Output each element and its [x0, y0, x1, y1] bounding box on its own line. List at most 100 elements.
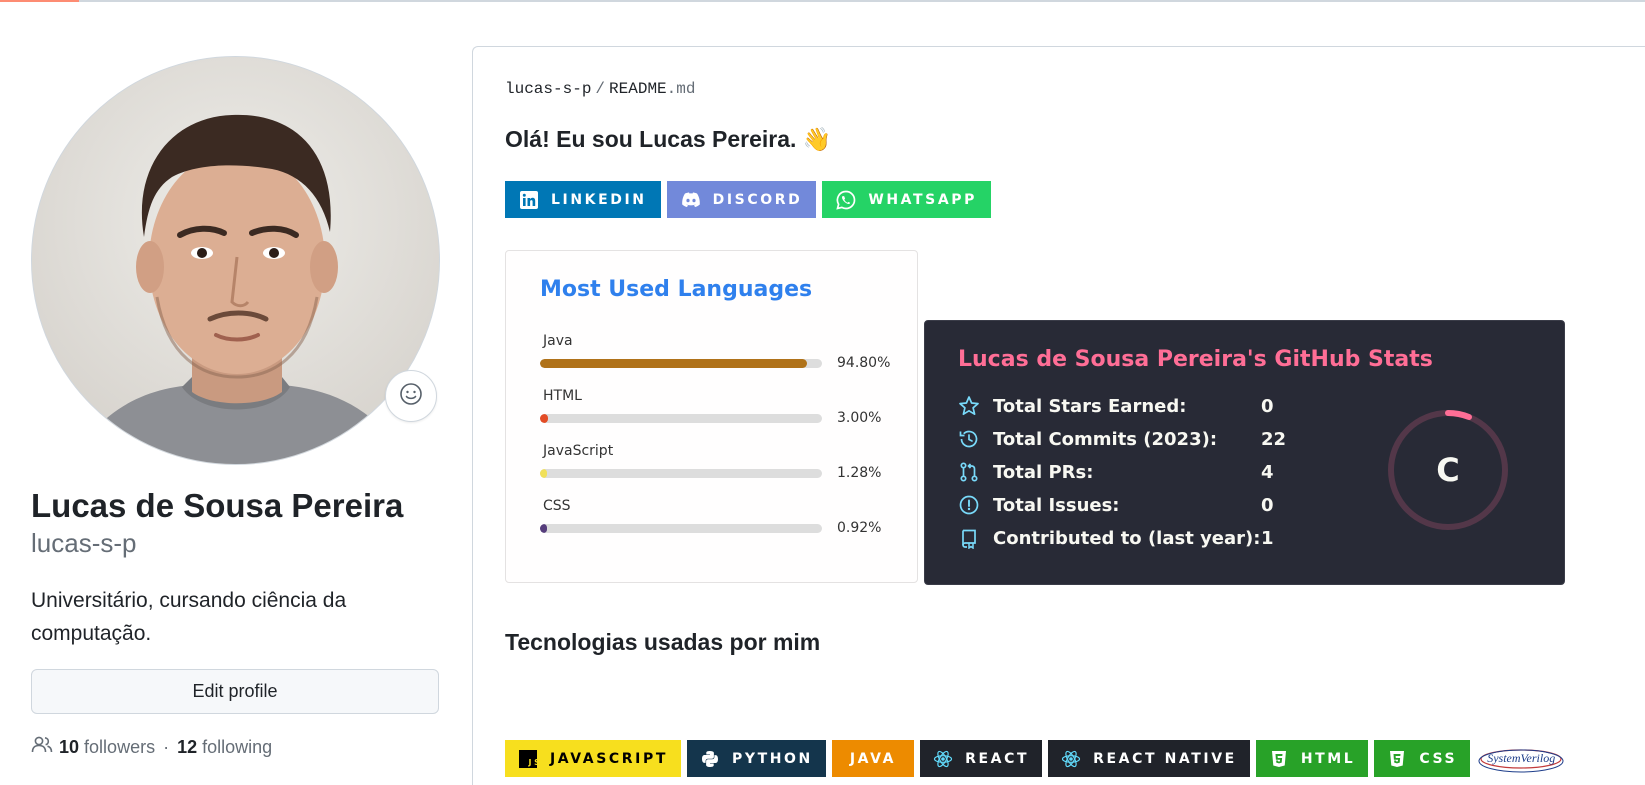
language-name: Java	[543, 333, 573, 349]
html-badge[interactable]: HTML	[1255, 740, 1369, 777]
edit-profile-button[interactable]: Edit profile	[31, 669, 439, 714]
stat-label: Total PRs:	[993, 461, 1094, 483]
stat-row: Contributed to (last year): 1	[958, 523, 1318, 553]
avatar[interactable]	[31, 56, 440, 465]
stat-label: Total Issues:	[993, 494, 1120, 516]
stat-row: Total Stars Earned: 0	[958, 391, 1318, 421]
follow-separator: ·	[163, 737, 170, 757]
repo-icon	[958, 527, 980, 549]
react-icon	[933, 749, 953, 769]
language-row: HTML 3.00%	[540, 388, 900, 438]
readme-file-name: README	[609, 80, 667, 98]
javascript-icon: JS	[518, 749, 538, 769]
css-badge-label: CSS	[1419, 750, 1458, 767]
stat-label: Total Stars Earned:	[993, 395, 1187, 417]
language-percent: 3.00%	[837, 410, 882, 426]
language-row: JavaScript 1.28%	[540, 443, 900, 493]
languages-card: Most Used Languages Java 94.80% HTML 3.0…	[505, 250, 918, 583]
linkedin-badge-label: LINKEDIN	[551, 191, 647, 208]
profile-full-name: Lucas de Sousa Pereira	[31, 487, 404, 524]
rank-circle: C	[1387, 409, 1509, 531]
language-bar-track	[540, 414, 822, 423]
following-link[interactable]: 12 following	[177, 737, 272, 758]
react-native-badge-label: REACT NATIVE	[1093, 750, 1237, 767]
linkedin-badge[interactable]: LINKEDIN	[505, 181, 661, 218]
technologies-heading: Tecnologias usadas por mim	[505, 629, 821, 655]
whatsapp-badge-label: WHATSAPP	[868, 191, 978, 208]
rank-letter: C	[1436, 451, 1460, 489]
language-bar-fill	[540, 524, 548, 533]
python-icon	[700, 749, 720, 769]
javascript-badge[interactable]: JS JAVASCRIPT	[505, 740, 681, 777]
github-stats-title: Lucas de Sousa Pereira's GitHub Stats	[958, 347, 1433, 372]
language-row: Java 94.80%	[540, 333, 900, 383]
systemverilog-logo-text: SystemVerilog	[1487, 751, 1556, 765]
language-percent: 0.92%	[837, 520, 882, 536]
react-badge-label: REACT	[965, 750, 1030, 767]
language-bar-track	[540, 469, 822, 478]
following-count: 12	[177, 737, 198, 757]
github-stats-card: Lucas de Sousa Pereira's GitHub Stats To…	[924, 320, 1565, 585]
discord-badge[interactable]: DISCORD	[666, 181, 817, 218]
issue-icon	[958, 494, 980, 516]
css-badge[interactable]: CSS	[1374, 740, 1471, 777]
stat-value: 22	[1261, 428, 1287, 450]
page-loading-bar	[0, 0, 1645, 2]
discord-icon	[681, 190, 701, 210]
react-native-badge[interactable]: REACT NATIVE	[1048, 740, 1250, 777]
people-icon	[31, 736, 53, 759]
profile-bio: Universitário, cursando ciência da compu…	[31, 589, 347, 645]
readme-file-ext: .md	[666, 80, 696, 98]
stat-row: Total Issues: 0	[958, 490, 1318, 520]
svg-text:JS: JS	[528, 758, 538, 767]
language-bar-track	[540, 359, 822, 368]
python-badge[interactable]: PYTHON	[686, 740, 826, 777]
readme-greeting: Olá! Eu sou Lucas Pereira. 👋	[505, 126, 832, 152]
language-row: CSS 0.92%	[540, 498, 900, 548]
stat-value: 1	[1261, 527, 1274, 549]
java-badge[interactable]: JAVA	[831, 740, 915, 777]
stat-row: Total PRs: 4	[958, 457, 1318, 487]
language-name: HTML	[543, 388, 582, 404]
languages-card-title: Most Used Languages	[540, 277, 813, 302]
language-bar-fill	[540, 469, 548, 478]
language-bar-fill	[540, 414, 549, 423]
html5-icon	[1269, 749, 1289, 769]
stat-label: Total Commits (2023):	[993, 428, 1218, 450]
language-bar-track	[540, 524, 822, 533]
star-icon	[958, 395, 980, 417]
followers-link[interactable]: 10 followers	[59, 737, 155, 758]
html-badge-label: HTML	[1300, 750, 1356, 767]
language-percent: 94.80%	[837, 355, 891, 371]
readme-breadcrumb: lucas-s-p / README.md	[505, 80, 696, 98]
language-bar-fill	[540, 359, 808, 368]
language-name: CSS	[543, 498, 571, 514]
follow-stats: 10 followers · 12 following	[31, 736, 272, 759]
whatsapp-icon	[836, 190, 856, 210]
css3-icon	[1387, 749, 1407, 769]
smiley-icon	[399, 382, 423, 411]
followers-count: 10	[59, 737, 80, 757]
stat-row: Total Commits (2023): 22	[958, 424, 1318, 454]
javascript-badge-label: JAVASCRIPT	[550, 750, 668, 767]
python-badge-label: PYTHON	[731, 750, 813, 767]
react-icon	[1061, 749, 1081, 769]
readme-owner-link[interactable]: lucas-s-p	[505, 80, 591, 98]
history-icon	[958, 428, 980, 450]
profile-username: lucas-s-p	[31, 528, 137, 558]
following-label: following	[202, 737, 273, 757]
language-name: JavaScript	[543, 443, 614, 459]
avatar-container	[31, 56, 440, 465]
stat-value: 4	[1261, 461, 1274, 483]
stat-label: Contributed to (last year):	[993, 527, 1261, 549]
java-badge-label: JAVA	[849, 750, 897, 767]
whatsapp-badge[interactable]: WHATSAPP	[822, 181, 992, 218]
discord-badge-label: DISCORD	[712, 191, 803, 208]
followers-label: followers	[84, 737, 156, 757]
social-badges: LINKEDIN DISCORD WHATSAPP	[505, 181, 992, 218]
react-badge[interactable]: REACT	[920, 740, 1043, 777]
linkedin-icon	[519, 190, 539, 210]
systemverilog-logo: SystemVerilog	[1476, 740, 1566, 777]
set-status-button[interactable]	[385, 370, 437, 422]
stat-value: 0	[1261, 395, 1274, 417]
